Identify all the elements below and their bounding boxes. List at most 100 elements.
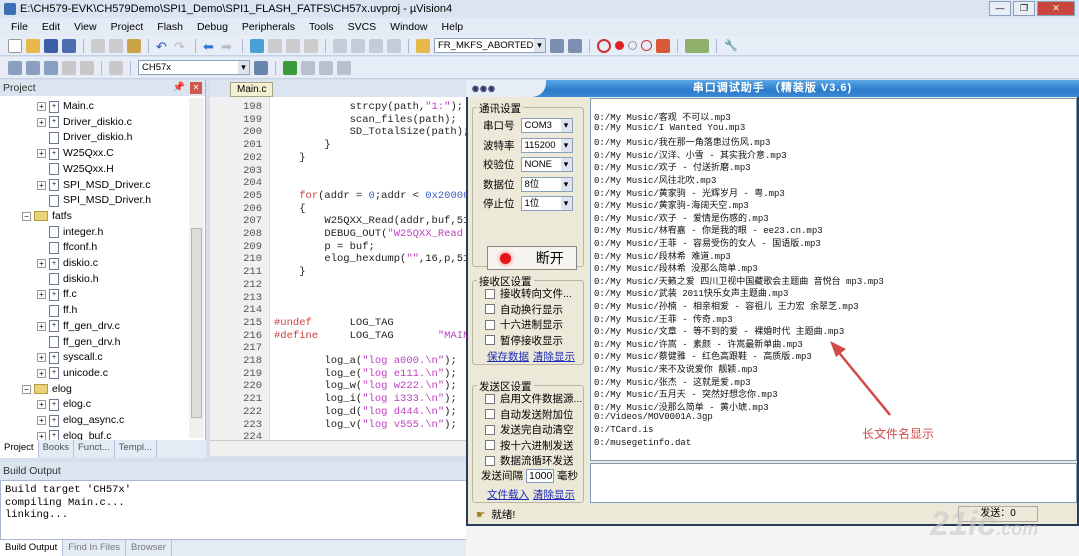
expand-toggle-icon[interactable]: + bbox=[37, 149, 46, 159]
menu-flash[interactable]: Flash bbox=[150, 21, 190, 33]
tree-item[interactable]: + + Main.c bbox=[37, 99, 94, 114]
tree-item[interactable]: + + diskio.c bbox=[37, 256, 98, 271]
tree-item[interactable]: ffconf.h bbox=[37, 240, 97, 255]
menu-view[interactable]: View bbox=[67, 21, 104, 33]
checkbox[interactable]: 自动换行显示 bbox=[485, 302, 563, 317]
setting-select[interactable]: 8位 bbox=[520, 176, 573, 192]
expand-toggle-icon[interactable]: + bbox=[37, 368, 46, 378]
checkbox[interactable]: 数据流循环发送 bbox=[485, 453, 574, 468]
tree-item[interactable]: − fatfs bbox=[22, 209, 72, 224]
disable-breakpoint-icon[interactable] bbox=[628, 41, 637, 50]
new-file-icon[interactable] bbox=[8, 38, 22, 53]
clear-receive-link[interactable]: 清除显示 bbox=[533, 349, 575, 364]
checkbox-box[interactable] bbox=[485, 409, 495, 419]
manage-runtime-icon[interactable] bbox=[319, 60, 333, 75]
tree-item[interactable]: ff_gen_drv.h bbox=[37, 335, 120, 350]
tree-item[interactable]: + + elog_async.c bbox=[37, 413, 124, 428]
code-editor[interactable]: Main.c 198 strcpy(path,"1:"); 199 scan_fi… bbox=[210, 80, 482, 443]
maximize-button[interactable]: ❐ bbox=[1013, 1, 1035, 16]
save-all-icon[interactable] bbox=[62, 38, 76, 53]
menu-peripherals[interactable]: Peripherals bbox=[235, 21, 302, 33]
tab-books[interactable]: Books bbox=[39, 440, 74, 458]
tree-item[interactable]: − elog bbox=[22, 382, 72, 397]
menu-project[interactable]: Project bbox=[104, 21, 151, 33]
tree-item[interactable]: diskio.h bbox=[37, 272, 99, 287]
tab-main-c[interactable]: Main.c bbox=[230, 82, 274, 97]
expand-toggle-icon[interactable]: − bbox=[22, 384, 31, 394]
undo-icon[interactable]: ↶ bbox=[156, 39, 170, 54]
find-icon[interactable] bbox=[550, 38, 564, 53]
setting-select[interactable]: NONE bbox=[520, 157, 573, 172]
unindent-icon[interactable] bbox=[351, 38, 365, 53]
checkbox[interactable]: 按十六进制发送 bbox=[485, 438, 574, 453]
tree-item[interactable]: + + ff.c bbox=[37, 287, 77, 302]
checkbox[interactable]: 接收转向文件... bbox=[485, 286, 572, 301]
breakpoint-icon[interactable] bbox=[615, 41, 624, 50]
tree-item[interactable]: + + elog.c bbox=[37, 397, 91, 412]
open-icon[interactable] bbox=[26, 38, 40, 53]
pack-installer-icon[interactable] bbox=[337, 60, 351, 75]
tree-item[interactable]: + + unicode.c bbox=[37, 366, 108, 381]
checkbox-box[interactable] bbox=[485, 393, 495, 404]
target-combo[interactable]: CH57x bbox=[138, 60, 250, 75]
paste-icon[interactable] bbox=[127, 38, 141, 53]
tab-build-output[interactable]: Build Output bbox=[0, 540, 64, 556]
tree-item[interactable]: + + Driver_diskio.c bbox=[37, 115, 132, 130]
manage-components-icon[interactable] bbox=[283, 60, 297, 75]
project-scrollbar[interactable] bbox=[189, 98, 204, 438]
find-combo[interactable]: FR_MKFS_ABORTED bbox=[434, 38, 546, 53]
menu-debug[interactable]: Debug bbox=[190, 21, 235, 33]
prev-bookmark-icon[interactable] bbox=[268, 38, 282, 53]
copy-icon[interactable] bbox=[109, 38, 123, 53]
tree-item[interactable]: integer.h bbox=[37, 225, 103, 240]
redo-icon[interactable]: ↷ bbox=[174, 39, 188, 54]
back-icon[interactable]: ⬅ bbox=[203, 39, 217, 54]
menu-svcs[interactable]: SVCS bbox=[341, 21, 384, 33]
tab-project[interactable]: Project bbox=[0, 440, 39, 458]
bookmark-icon[interactable] bbox=[250, 38, 264, 53]
cut-icon[interactable] bbox=[91, 38, 105, 53]
minimize-button[interactable]: — bbox=[989, 1, 1011, 16]
kill-breakpoints-icon[interactable] bbox=[641, 40, 652, 51]
clear-send-link[interactable]: 清除显示 bbox=[533, 487, 575, 502]
menu-help[interactable]: Help bbox=[435, 21, 471, 33]
interval-input[interactable]: 1000 bbox=[526, 468, 554, 483]
build-icon[interactable] bbox=[26, 60, 40, 75]
checkbox[interactable]: 十六进制显示 bbox=[485, 317, 563, 332]
tree-item[interactable]: + + syscall.c bbox=[37, 350, 103, 365]
disconnect-button[interactable]: 断开 bbox=[487, 246, 577, 270]
forward-icon[interactable]: ➡ bbox=[221, 39, 235, 54]
checkbox-box[interactable] bbox=[485, 319, 495, 330]
tree-item[interactable]: W25Qxx.H bbox=[37, 162, 114, 177]
checkbox-box[interactable] bbox=[485, 304, 495, 314]
load-file-link[interactable]: 文件载入 bbox=[487, 487, 529, 502]
tab-find-in-files[interactable]: Find In Files bbox=[63, 540, 127, 556]
checkbox-box[interactable] bbox=[485, 455, 495, 466]
checkbox-box[interactable] bbox=[485, 424, 495, 435]
indent-icon[interactable] bbox=[333, 38, 347, 53]
rebuild-icon[interactable] bbox=[44, 60, 58, 75]
target-options-icon[interactable] bbox=[254, 60, 268, 75]
checkbox[interactable]: 暂停接收显示 bbox=[485, 333, 563, 348]
tab-funct[interactable]: Funct... bbox=[74, 440, 115, 458]
save-icon[interactable] bbox=[44, 38, 58, 53]
checkbox[interactable]: 发送完自动清空 bbox=[485, 422, 574, 437]
expand-toggle-icon[interactable]: + bbox=[37, 290, 46, 300]
configure-icon[interactable]: 🔧 bbox=[724, 39, 738, 53]
menu-window[interactable]: Window bbox=[383, 21, 434, 33]
checkbox-box[interactable] bbox=[485, 335, 495, 345]
expand-toggle-icon[interactable]: + bbox=[37, 353, 46, 363]
find-in-files-icon[interactable] bbox=[416, 38, 430, 53]
close-panel-icon[interactable]: ✕ bbox=[190, 82, 202, 94]
pin-icon[interactable]: 📌 bbox=[173, 80, 185, 96]
debug-icon[interactable] bbox=[597, 38, 611, 53]
save-data-link[interactable]: 保存数据 bbox=[487, 349, 529, 364]
checkbox-box[interactable] bbox=[485, 440, 495, 450]
close-button[interactable]: ✕ bbox=[1037, 1, 1075, 16]
incremental-find-icon[interactable] bbox=[568, 38, 582, 53]
send-input[interactable] bbox=[590, 463, 1077, 503]
expand-toggle-icon[interactable]: + bbox=[37, 400, 46, 410]
stop-build-icon[interactable] bbox=[80, 60, 94, 75]
translate-icon[interactable] bbox=[8, 60, 22, 75]
menu-tools[interactable]: Tools bbox=[302, 21, 341, 33]
